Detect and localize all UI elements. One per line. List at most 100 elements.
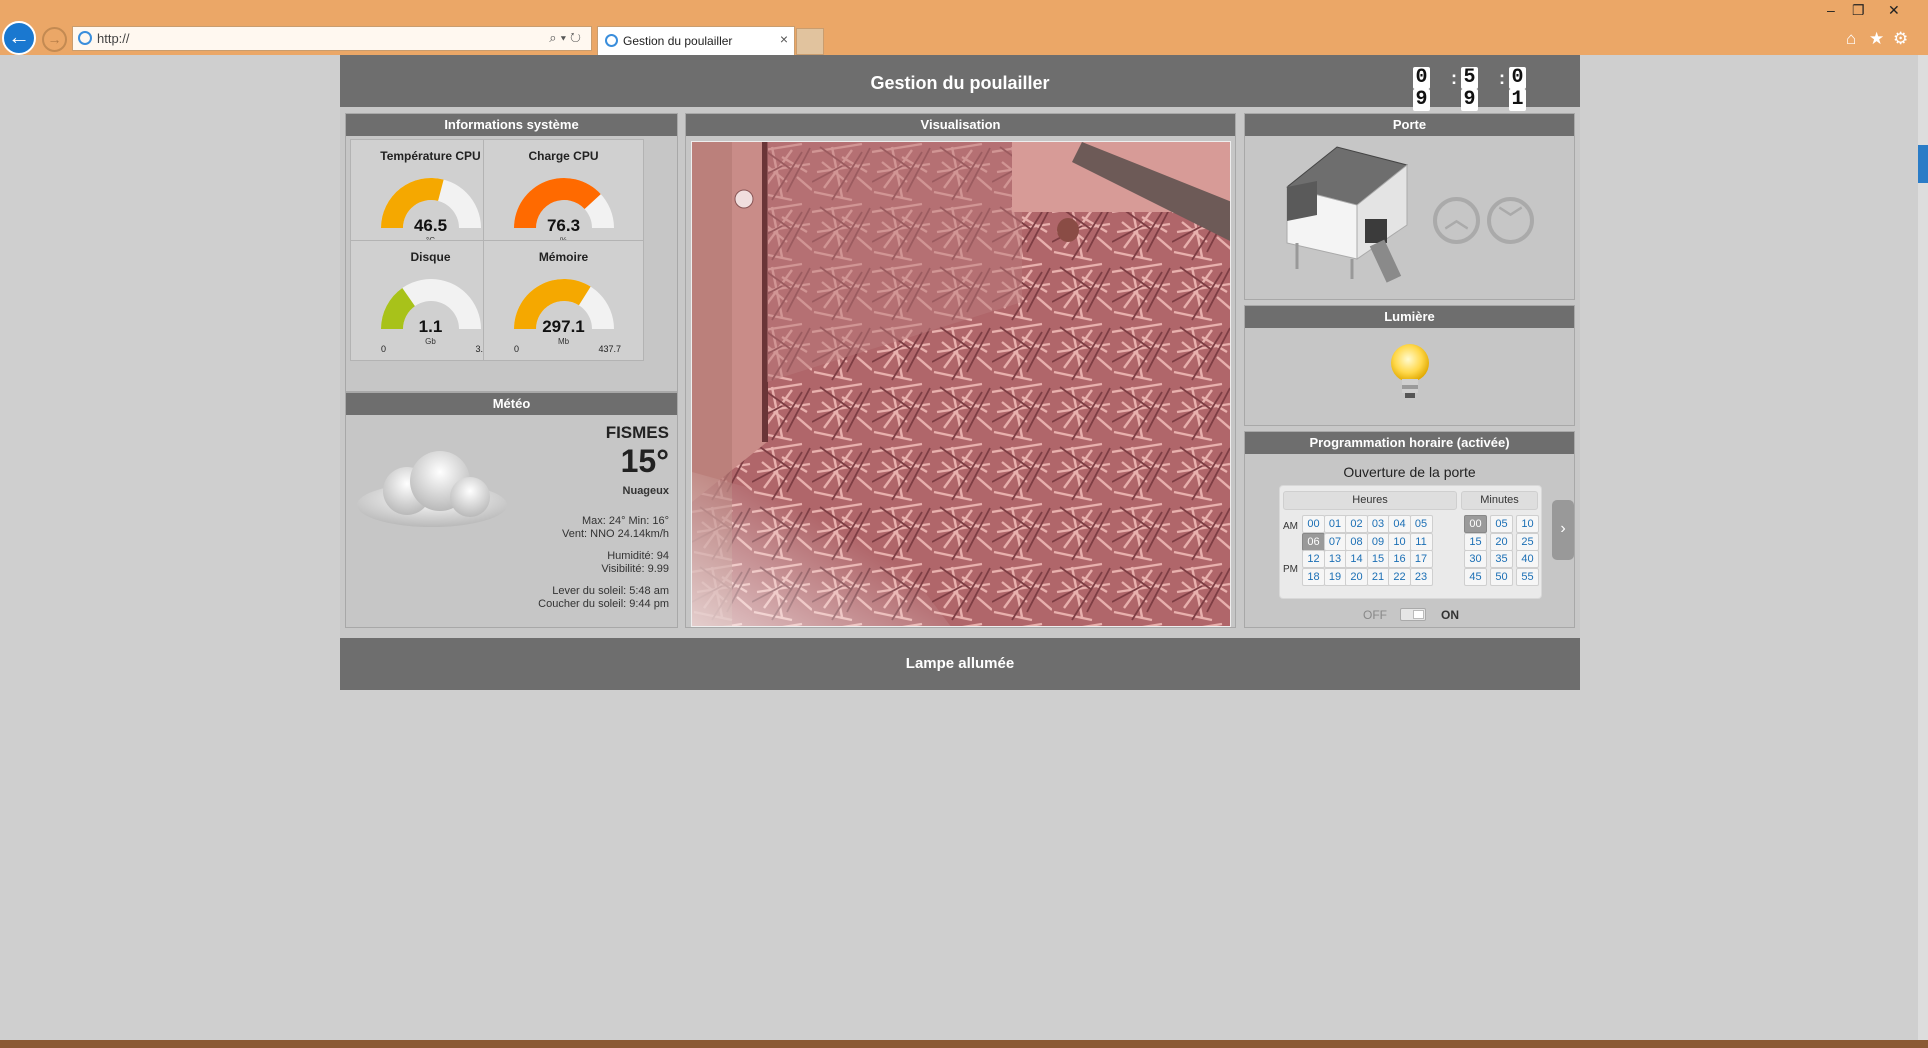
hour-cell[interactable]: 19 (1323, 567, 1347, 586)
back-arrow-icon[interactable]: ← (2, 21, 36, 55)
hour-cell[interactable]: 06 (1302, 532, 1325, 551)
clock-digit: 9 (1413, 89, 1430, 111)
minimize-button[interactable]: – (1827, 2, 1835, 18)
hour-cell[interactable]: 22 (1388, 567, 1411, 586)
minute-cell[interactable]: 25 (1516, 532, 1539, 551)
new-tab-button[interactable] (796, 28, 824, 55)
system-info-title: Informations système (346, 114, 677, 136)
clock-separator: : (1451, 68, 1457, 88)
clock-separator: : (1499, 68, 1505, 88)
home-icon[interactable]: ⌂ (1846, 29, 1856, 49)
hour-cell[interactable]: 17 (1409, 550, 1433, 568)
minute-cell[interactable]: 10 (1516, 515, 1539, 533)
hour-cell[interactable]: 08 (1345, 532, 1368, 551)
minute-cell[interactable]: 20 (1490, 532, 1513, 551)
hour-cell[interactable]: 12 (1302, 550, 1325, 568)
hour-cell[interactable]: 01 (1323, 515, 1347, 533)
hour-cell[interactable]: 09 (1366, 532, 1390, 551)
minute-cell[interactable]: 30 (1464, 550, 1487, 568)
door-title: Porte (1245, 114, 1574, 136)
taskbar (0, 1040, 1928, 1048)
minute-cell[interactable]: 40 (1516, 550, 1539, 568)
tab-title: Gestion du poulailler (623, 34, 733, 48)
minute-cell[interactable]: 50 (1490, 567, 1513, 586)
ie-tab-icon (605, 34, 618, 47)
hour-cell[interactable]: 16 (1388, 550, 1411, 568)
hour-cell[interactable]: 04 (1388, 515, 1411, 533)
time-picker: Heures Minutes AM PM 00 01 02 03 04 05 06 07 08 0… (1279, 485, 1542, 599)
clock-digit: 1 (1509, 89, 1526, 111)
browser-chrome: ← → http:// ⌕▾↻ Gestion du poulailler × … (0, 0, 1928, 55)
toggle-knob[interactable] (1413, 610, 1424, 619)
hour-cell[interactable]: 15 (1366, 550, 1390, 568)
status-bar: Lampe allumée (340, 638, 1580, 690)
minute-cell[interactable]: 05 (1490, 515, 1513, 533)
minute-cell[interactable]: 45 (1464, 567, 1487, 586)
meteo-visibility: Visibilité: 9.99 (601, 563, 669, 575)
clock-digit: 0 (1413, 67, 1430, 89)
hour-cell[interactable]: 03 (1366, 515, 1390, 533)
address-url[interactable]: http:// (97, 31, 130, 46)
minute-cell[interactable]: 00 (1464, 515, 1487, 533)
pm-label: PM (1283, 564, 1298, 575)
hour-cell[interactable]: 20 (1345, 567, 1368, 586)
gauge-min: 0 (381, 344, 387, 354)
meteo-temperature: 15° (620, 443, 669, 479)
clock-digit: 5 (1461, 67, 1478, 89)
minutes-header: Minutes (1461, 491, 1538, 510)
gauge-value: 297.1 (542, 317, 585, 336)
tab-close-icon[interactable]: × (780, 31, 788, 47)
minute-cell[interactable]: 15 (1464, 532, 1487, 551)
meteo-title: Météo (346, 393, 677, 415)
door-close-button[interactable]: ﹀ (1487, 197, 1534, 244)
hour-cell[interactable]: 13 (1323, 550, 1347, 568)
schedule-toggle[interactable] (1400, 608, 1426, 621)
gauge-value: 76.3 (546, 216, 581, 235)
schedule-subtitle: Ouverture de la porte (1343, 464, 1476, 480)
toggle-on-label: ON (1441, 608, 1459, 622)
cloud-icon (357, 451, 507, 527)
meteo-humidity: Humidité: 94 (607, 550, 669, 562)
header-bar: Gestion du poulailler 09 heures : 59 min… (340, 55, 1580, 121)
hour-cell[interactable]: 21 (1366, 567, 1390, 586)
minute-cell[interactable]: 35 (1490, 550, 1513, 568)
hour-cell[interactable]: 05 (1409, 515, 1433, 533)
gauge-label: Mémoire (538, 250, 589, 264)
minute-cell[interactable]: 55 (1516, 567, 1539, 586)
camera-feed (691, 141, 1231, 627)
hour-cell[interactable]: 10 (1388, 532, 1411, 551)
visualisation-title: Visualisation (686, 114, 1235, 136)
meteo-panel: Météo FISMES 15° Nuageux Max: 24° Min: 1… (345, 392, 678, 628)
gauge-3: Mémoire 297.1 Mb 0 437.7 (483, 240, 644, 361)
scrollbar-thumb[interactable] (1918, 145, 1928, 183)
hour-cell[interactable]: 11 (1409, 532, 1433, 551)
hour-cell[interactable]: 07 (1323, 532, 1347, 551)
vertical-scrollbar[interactable] (1918, 55, 1928, 1040)
gauge-min: 0 (514, 344, 520, 354)
hour-cell[interactable]: 00 (1302, 515, 1325, 533)
schedule-next-button[interactable]: › (1552, 500, 1574, 560)
schedule-panel: Programmation horaire (activée) Ouvertur… (1244, 431, 1575, 628)
address-tools-icons[interactable]: ⌕▾↻ (549, 30, 585, 46)
meteo-condition: Nuageux (622, 485, 669, 497)
hour-cell[interactable]: 14 (1345, 550, 1368, 568)
light-title: Lumière (1245, 306, 1574, 328)
close-window-button[interactable]: ✕ (1888, 2, 1900, 19)
meteo-maxmin: Max: 24° Min: 16° (581, 515, 669, 527)
clock-digit: 9 (1461, 89, 1478, 111)
restore-button[interactable]: ❐ (1852, 2, 1865, 19)
ie-page-icon (78, 31, 92, 45)
gear-icon[interactable]: ⚙ (1893, 29, 1908, 49)
tab-gestion[interactable]: Gestion du poulailler × (597, 26, 795, 55)
star-icon[interactable]: ★ (1869, 29, 1884, 49)
clock-digit: 0 (1509, 67, 1526, 89)
hour-cell[interactable]: 02 (1345, 515, 1368, 533)
forward-arrow-icon[interactable]: → (42, 27, 67, 52)
lightbulb-icon[interactable] (1385, 341, 1435, 403)
address-bar[interactable]: http:// ⌕▾↻ (72, 26, 592, 51)
door-open-button[interactable]: ︿ (1433, 197, 1480, 244)
page-title: Gestion du poulailler (870, 73, 1050, 93)
hour-cell[interactable]: 23 (1409, 567, 1433, 586)
hour-cell[interactable]: 18 (1302, 567, 1325, 586)
gauge-max: 437.7 (598, 344, 621, 354)
